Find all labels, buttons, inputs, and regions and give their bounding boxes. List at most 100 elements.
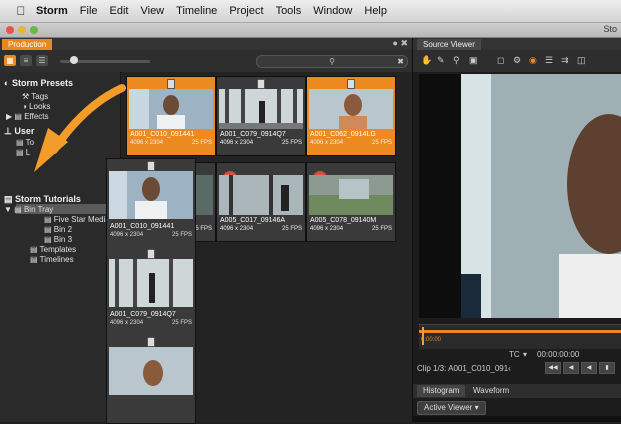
- play-reverse-button[interactable]: ◀: [581, 362, 597, 374]
- collapse-triangle-icon[interactable]: ▼: [4, 205, 12, 214]
- production-toolbar: ▦ ≡ ☰ ⚲ ✖: [0, 50, 412, 73]
- window-title: Sto: [603, 24, 617, 34]
- tree-user-child-1[interactable]: ▤ To: [16, 138, 34, 147]
- overlay-icon[interactable]: ☰: [545, 55, 553, 66]
- menu-app[interactable]: Storm: [30, 5, 74, 17]
- tree-bin-tray[interactable]: ▼ ▤ Bin Tray: [4, 205, 53, 214]
- clip-thumbnail[interactable]: A001_C062_0914LG 4096 x 2304 25 FPS: [306, 76, 396, 156]
- tree-templates[interactable]: ▤ Templates: [30, 245, 76, 254]
- clear-search-icon[interactable]: ✖: [397, 56, 404, 67]
- tree-storm-presets[interactable]: ◐ Storm Presets: [4, 78, 73, 88]
- window-controls: [6, 26, 38, 34]
- menu-help[interactable]: Help: [358, 5, 393, 17]
- panel-menu-icon[interactable]: ●: [393, 38, 398, 48]
- pin-icon[interactable]: [167, 79, 175, 89]
- pin-icon: [147, 249, 155, 259]
- tree-user-child-2[interactable]: ▤ L: [16, 148, 30, 157]
- color-icon[interactable]: ◉: [529, 55, 537, 66]
- panel-close-icon[interactable]: ✖: [400, 38, 408, 48]
- close-window-button[interactable]: [6, 26, 14, 34]
- menu-window[interactable]: Window: [307, 5, 358, 17]
- tree-looks[interactable]: ◑ Looks: [22, 102, 50, 111]
- tab-production[interactable]: Production: [2, 39, 53, 50]
- menu-edit[interactable]: Edit: [104, 5, 135, 17]
- detail-view-button[interactable]: ☰: [36, 55, 48, 66]
- tree-bin-2[interactable]: ▤ Bin 2: [44, 225, 72, 234]
- viewer-toolbar: ✋ ✎ ⚲ ▣ ◻ ⚙ ◉ ☰ ⇉ ◫: [413, 50, 621, 72]
- menu-timeline[interactable]: Timeline: [170, 5, 223, 17]
- tree-storm-tutorials[interactable]: ▤ Storm Tutorials: [4, 194, 81, 205]
- menu-file[interactable]: File: [74, 5, 104, 17]
- transport-controls: ◀◀ ◀ ◀ ▮: [545, 362, 615, 374]
- tutorials-icon: ▤: [4, 194, 13, 204]
- settings-icon[interactable]: ⚙: [513, 55, 521, 66]
- expand-triangle-icon[interactable]: ▶: [6, 112, 12, 121]
- hand-tool-icon[interactable]: ✋: [421, 55, 432, 66]
- tree-effects[interactable]: ▶ ▤ Effects: [6, 112, 49, 121]
- grid-view-button[interactable]: ▦: [4, 55, 16, 66]
- templates-icon: ▤: [30, 245, 38, 254]
- video-frame[interactable]: [419, 74, 621, 318]
- clip-name: A001_C010_091441: [130, 131, 195, 138]
- clip-image: [309, 175, 393, 215]
- clip-meta: 4096 x 2304 25 FPS: [130, 140, 212, 146]
- user-icon: ⊥: [4, 126, 12, 136]
- pen-tool-icon[interactable]: ✎: [437, 55, 445, 66]
- timecode-label: TC: [509, 350, 520, 359]
- tree-bin-3[interactable]: ▤ Bin 3: [44, 235, 72, 244]
- clip-image: [219, 89, 303, 129]
- pin-icon[interactable]: [257, 79, 265, 89]
- tree-five-star-media[interactable]: ▤ Five Star Media: [44, 215, 110, 224]
- compare-icon[interactable]: ◫: [577, 55, 586, 66]
- timeline-scrubber[interactable]: 0:00:00: [419, 324, 621, 349]
- clip-thumbnail[interactable]: × A005_C078_09140M 4096 x 230425 FPS: [306, 162, 396, 242]
- chevron-down-icon: ▾: [474, 403, 479, 412]
- tab-waveform[interactable]: Waveform: [467, 385, 515, 397]
- zoom-tool-icon[interactable]: ⚲: [453, 55, 460, 66]
- step-back-button[interactable]: ◀: [563, 362, 579, 374]
- clip-meta: 4096 x 2304 25 FPS: [310, 226, 392, 232]
- clip-name: A001_C010_091441: [110, 223, 175, 230]
- clip-thumbnail[interactable]: A001_C079_0914Q7 4096 x 2304 25 FPS: [216, 76, 306, 156]
- scope-area: [413, 416, 621, 422]
- dragged-clip[interactable]: [107, 335, 195, 423]
- crop-icon[interactable]: ◻: [497, 55, 504, 66]
- frame-icon[interactable]: ▣: [469, 55, 478, 66]
- scope-tabs: Histogram Waveform: [413, 384, 621, 398]
- list-view-button[interactable]: ≡: [20, 55, 32, 66]
- tc-dropdown-icon[interactable]: ▾: [523, 350, 527, 359]
- clip-image: [309, 89, 393, 129]
- minimize-window-button[interactable]: [18, 26, 26, 34]
- tree-tags[interactable]: ⚒ Tags: [22, 92, 48, 101]
- search-input[interactable]: ⚲ ✖: [256, 55, 408, 68]
- apple-icon[interactable]: : [12, 4, 30, 18]
- tree-timelines[interactable]: ▤ Timelines: [30, 255, 74, 264]
- dragged-clip[interactable]: A001_C010_091441 4096 x 2304 25 FPS: [107, 159, 195, 247]
- tree-user[interactable]: ⊥ User: [4, 126, 34, 137]
- bin-icon: ▤: [44, 235, 52, 244]
- search-icon: ⚲: [329, 57, 335, 66]
- split-icon[interactable]: ⇉: [561, 55, 569, 66]
- zoom-window-button[interactable]: [30, 26, 38, 34]
- pause-button[interactable]: ▮: [599, 362, 615, 374]
- timecode-value[interactable]: 00:00:00:00: [537, 350, 579, 359]
- slider-knob[interactable]: [70, 56, 78, 64]
- bin-icon: ▤: [16, 148, 24, 157]
- clip-thumbnail[interactable]: × A005_C017_09146A 4096 x 230425 FPS: [216, 162, 306, 242]
- active-viewer-select[interactable]: Active Viewer ▾: [417, 401, 486, 415]
- dragged-clip-stack[interactable]: A001_C010_091441 4096 x 2304 25 FPS A001_…: [106, 158, 196, 424]
- presets-icon: ◐: [4, 78, 10, 88]
- clip-name: A001_C079_0914Q7: [110, 311, 176, 318]
- clip-image: [109, 171, 193, 219]
- clip-thumbnail[interactable]: A001_C010_091441 4096 x 2304 25 FPS: [126, 76, 216, 156]
- go-start-button[interactable]: ◀◀: [545, 362, 561, 374]
- menu-view[interactable]: View: [134, 5, 170, 17]
- menu-tools[interactable]: Tools: [270, 5, 308, 17]
- dragged-clip[interactable]: A001_C079_0914Q7 4096 x 2304 25 FPS: [107, 247, 195, 335]
- menu-project[interactable]: Project: [223, 5, 269, 17]
- tab-source-viewer[interactable]: Source Viewer: [417, 39, 481, 50]
- clip-meta: 4096 x 2304 25 FPS: [110, 232, 192, 238]
- tab-histogram[interactable]: Histogram: [417, 385, 466, 397]
- pin-icon[interactable]: [347, 79, 355, 89]
- scrub-track[interactable]: [419, 330, 621, 333]
